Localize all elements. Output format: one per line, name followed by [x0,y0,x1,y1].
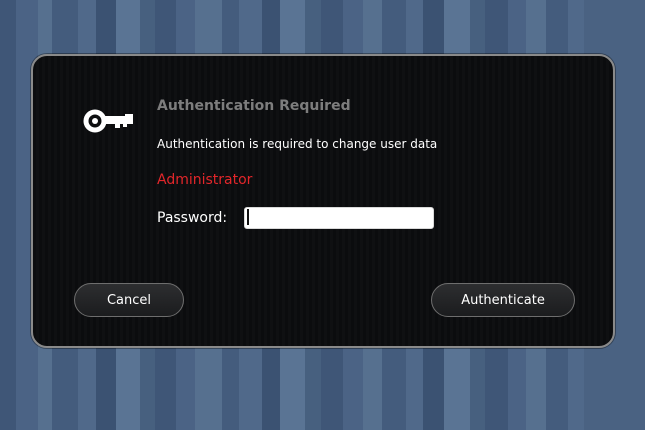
key-icon [83,109,133,133]
dialog-title: Authentication Required [157,98,351,114]
authentication-dialog: Authentication Required Authentication i… [31,54,615,348]
password-label: Password: [157,210,228,226]
authenticate-button[interactable]: Authenticate [431,283,575,317]
dialog-message: Authentication is required to change use… [157,137,438,151]
authenticate-button-label: Authenticate [461,292,545,308]
user-name: Administrator [157,172,253,188]
password-field[interactable] [244,207,434,229]
cancel-button[interactable]: Cancel [74,283,184,317]
text-cursor [247,209,249,225]
cancel-button-label: Cancel [106,292,152,308]
